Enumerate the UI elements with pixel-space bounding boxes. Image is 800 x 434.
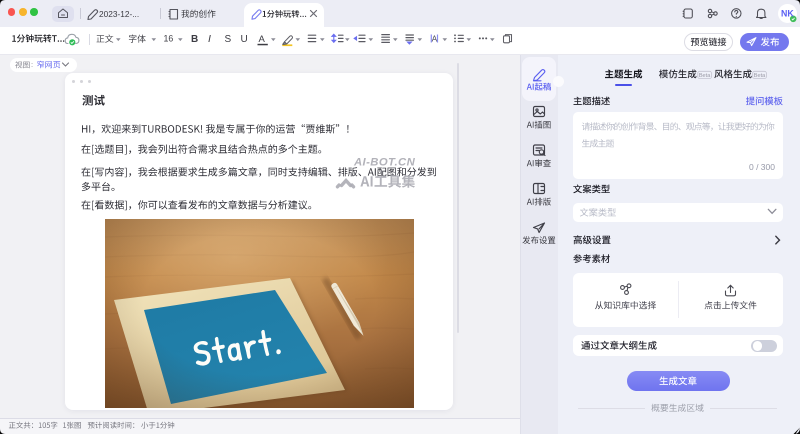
svg-text:I: I: [208, 33, 211, 45]
svg-text:2023-12-...: 2023-12-...: [99, 9, 139, 19]
svg-text:NK: NK: [781, 9, 794, 19]
svg-text:0 / 300: 0 / 300: [749, 162, 775, 172]
svg-text:AI-BOT.CN: AI-BOT.CN: [353, 156, 416, 168]
svg-text:B: B: [191, 34, 198, 45]
svg-text:Beta: Beta: [754, 73, 766, 79]
svg-text:A: A: [259, 34, 266, 45]
svg-text::: :: [31, 60, 33, 69]
svg-text:16: 16: [164, 34, 174, 44]
svg-text:Beta: Beta: [699, 73, 711, 79]
svg-text:U: U: [241, 34, 248, 45]
